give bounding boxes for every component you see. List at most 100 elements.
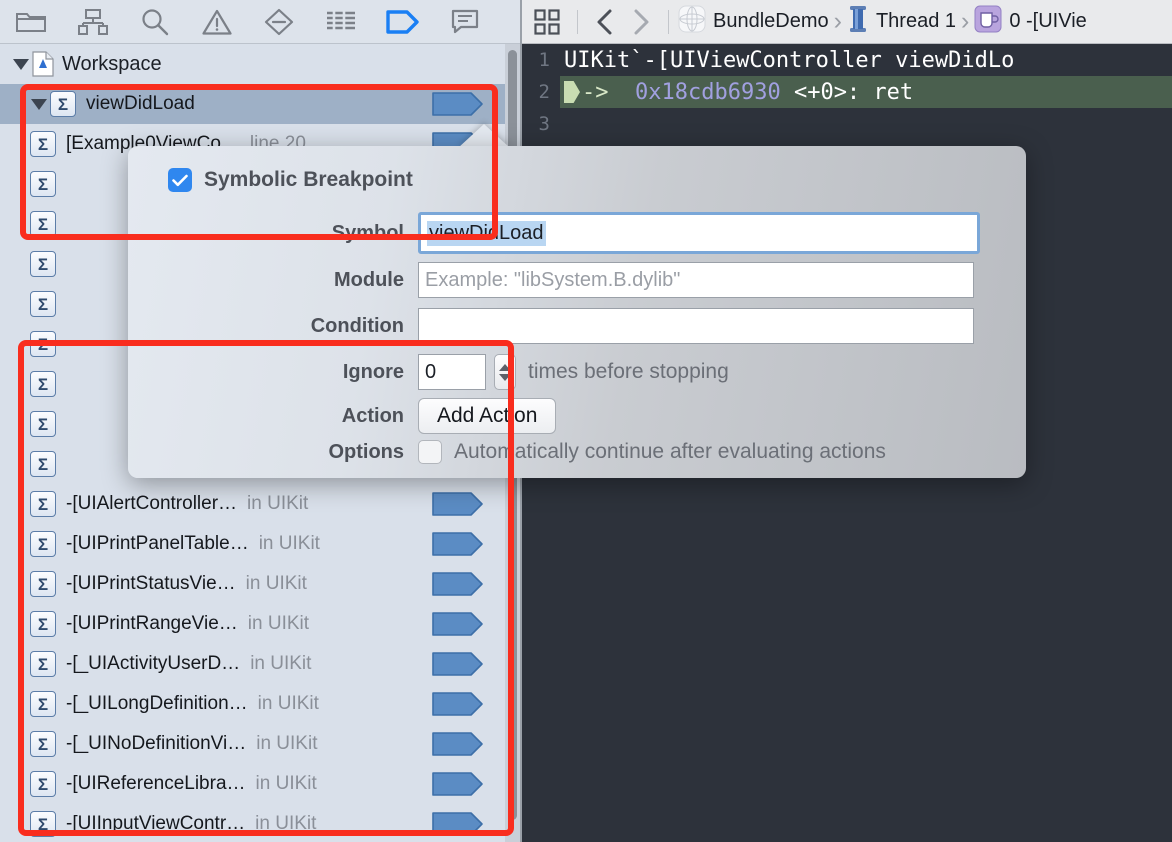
breakpoint-enabled-marker[interactable]	[432, 612, 484, 636]
symbol-input-value: viewDidLoad	[427, 220, 546, 246]
breakpoint-enabled-marker[interactable]	[432, 652, 484, 676]
symbolic-breakpoint-icon: Σ	[30, 691, 56, 717]
breakpoint-child-row[interactable]: Σ -[UIReferenceLibra… in UIKit	[0, 764, 520, 804]
symbolic-breakpoint-icon: Σ	[50, 91, 76, 117]
app-window: Workspace Σ viewDidLoad Σ [Example0ViewCo…	[0, 0, 1172, 842]
console-address: 0x18cdb6930	[635, 79, 781, 105]
program-counter-icon	[564, 81, 580, 103]
symbolic-breakpoint-icon: Σ	[30, 531, 56, 557]
stepper-down-icon[interactable]	[499, 373, 511, 381]
breakpoint-enabled-marker[interactable]	[432, 492, 484, 516]
hierarchy-icon[interactable]	[62, 0, 124, 44]
symbolic-breakpoint-icon: Σ	[30, 811, 56, 837]
symbolic-breakpoint-icon: Σ	[30, 611, 56, 637]
breakpoint-label: -[_UINoDefinitionVi…	[66, 733, 247, 754]
line-number: 1	[538, 49, 550, 71]
breakpoint-module-label: in UIKit	[255, 773, 317, 794]
symbol-label: Symbol	[331, 221, 404, 244]
line-number: 2	[538, 81, 550, 103]
frame-cup-icon	[974, 5, 1002, 39]
symbolic-breakpoint-icon: Σ	[30, 651, 56, 677]
condition-input[interactable]	[418, 308, 974, 344]
symbol-field-row[interactable]: Symbol viewDidLoad	[128, 212, 996, 254]
breakpoint-label: -[UIPrintPanelTable…	[66, 533, 249, 554]
symbolic-breakpoint-icon: Σ	[30, 571, 56, 597]
breakpoint-label: -[UIAlertController…	[66, 493, 238, 514]
symbolic-breakpoint-icon: Σ	[30, 131, 56, 157]
breakpoint-enabled-marker[interactable]	[432, 92, 484, 116]
ignore-stepper[interactable]	[494, 354, 516, 390]
breakpoint-group-workspace[interactable]: Workspace	[0, 44, 520, 84]
module-label: Module	[334, 268, 404, 291]
auto-continue-checkbox[interactable]	[418, 440, 442, 464]
breadcrumb-item-frame[interactable]: 0 -[UIVie	[974, 5, 1087, 39]
disclosure-triangle-icon[interactable]	[28, 84, 50, 124]
options-row[interactable]: Options Automatically continue after eva…	[128, 440, 886, 464]
symbolic-breakpoint-icon: Σ	[30, 771, 56, 797]
navigator-toolbar	[0, 0, 520, 44]
chevron-left-icon[interactable]	[587, 8, 623, 36]
breakpoint-child-row[interactable]: Σ -[_UILongDefinition… in UIKit	[0, 684, 520, 724]
breakpoint-enabled-marker[interactable]	[432, 812, 484, 836]
breakpoint-enabled-marker[interactable]	[432, 572, 484, 596]
breakpoint-label: -[UIReferenceLibra…	[66, 773, 246, 794]
breadcrumb-item-thread[interactable]: Thread 1	[847, 5, 956, 39]
workspace-label: Workspace	[62, 52, 162, 75]
module-input[interactable]: Example: "libSystem.B.dylib"	[418, 262, 974, 298]
breakpoint-label: -[UIPrintStatusVie…	[66, 573, 236, 594]
warning-icon[interactable]	[186, 0, 248, 44]
test-diamond-icon[interactable]	[248, 0, 310, 44]
breakpoint-module-label: in UIKit	[255, 813, 317, 834]
breakpoint-child-row[interactable]: Σ -[_UINoDefinitionVi… in UIKit	[0, 724, 520, 764]
breadcrumb-frame-label: 0 -[UIVie	[1009, 10, 1087, 32]
breakpoint-enabled-marker[interactable]	[432, 732, 484, 756]
disclosure-triangle-icon[interactable]	[10, 44, 32, 84]
module-field-row[interactable]: Module Example: "libSystem.B.dylib"	[128, 262, 996, 298]
breakpoint-module-label: in UIKit	[257, 693, 319, 714]
breakpoint-edit-popover: Symbolic Breakpoint Symbol viewDidLoad M…	[128, 146, 1026, 478]
breakpoint-child-row[interactable]: Σ -[UIPrintRangeVie… in UIKit	[0, 604, 520, 644]
console-line-text: UIKit`-[UIViewController viewDidLo	[564, 47, 1015, 73]
toolbar-divider	[668, 9, 669, 34]
breakpoint-row-viewdidload[interactable]: Σ viewDidLoad	[0, 84, 520, 124]
ignore-row[interactable]: Ignore 0 times before stopping	[128, 354, 729, 390]
console-line: 1 UIKit`-[UIViewController viewDidLo	[522, 44, 1172, 76]
grid-view-icon[interactable]	[526, 8, 568, 35]
symbolic-breakpoint-icon: Σ	[30, 371, 56, 397]
breakpoint-child-row[interactable]: Σ -[UIPrintStatusVie… in UIKit	[0, 564, 520, 604]
folder-icon[interactable]	[0, 0, 62, 44]
add-action-button[interactable]: Add Action	[418, 398, 557, 434]
breakpoint-child-row[interactable]: Σ -[UIPrintPanelTable… in UIKit	[0, 524, 520, 564]
chevron-right-icon[interactable]	[623, 8, 659, 36]
breadcrumb-thread-label: Thread 1	[875, 10, 957, 32]
breadcrumb-item-project[interactable]: BundleDemo	[678, 5, 829, 39]
toolbar-divider	[577, 9, 578, 34]
breakpoint-icon[interactable]	[372, 0, 434, 44]
breakpoint-module-label: in UIKit	[250, 653, 312, 674]
symbolic-breakpoint-icon: Σ	[30, 491, 56, 517]
breakpoint-child-row[interactable]: Σ -[UIInputViewContr… in UIKit	[0, 804, 520, 842]
report-icon[interactable]	[434, 0, 496, 44]
checkbox-checked-icon[interactable]	[168, 168, 192, 192]
module-input-placeholder: Example: "libSystem.B.dylib"	[425, 268, 681, 291]
popover-title: Symbolic Breakpoint	[204, 168, 413, 191]
search-icon[interactable]	[124, 0, 186, 44]
console-arrow: ->	[582, 79, 609, 105]
symbolic-breakpoint-checkbox-row[interactable]: Symbolic Breakpoint	[168, 168, 413, 192]
ignore-label: Ignore	[342, 360, 404, 383]
ignore-input[interactable]: 0	[418, 354, 486, 390]
breakpoint-enabled-marker[interactable]	[432, 692, 484, 716]
console-instruction: <+0>: ret	[793, 79, 914, 105]
condition-field-row[interactable]: Condition	[128, 308, 996, 344]
breakpoint-enabled-marker[interactable]	[432, 772, 484, 796]
breakpoint-child-row[interactable]: Σ -[UIAlertController… in UIKit	[0, 484, 520, 524]
breakpoint-enabled-marker[interactable]	[432, 532, 484, 556]
stepper-up-icon[interactable]	[499, 363, 511, 371]
breakpoint-child-row[interactable]: Σ -[_UIActivityUserD… in UIKit	[0, 644, 520, 684]
options-label: Options	[328, 440, 404, 463]
debug-lines-icon[interactable]	[310, 0, 372, 44]
symbolic-breakpoint-icon: Σ	[30, 291, 56, 317]
action-row[interactable]: Action Add Action	[128, 398, 557, 434]
breakpoint-label: viewDidLoad	[86, 93, 195, 114]
symbol-input[interactable]: viewDidLoad	[418, 212, 980, 254]
